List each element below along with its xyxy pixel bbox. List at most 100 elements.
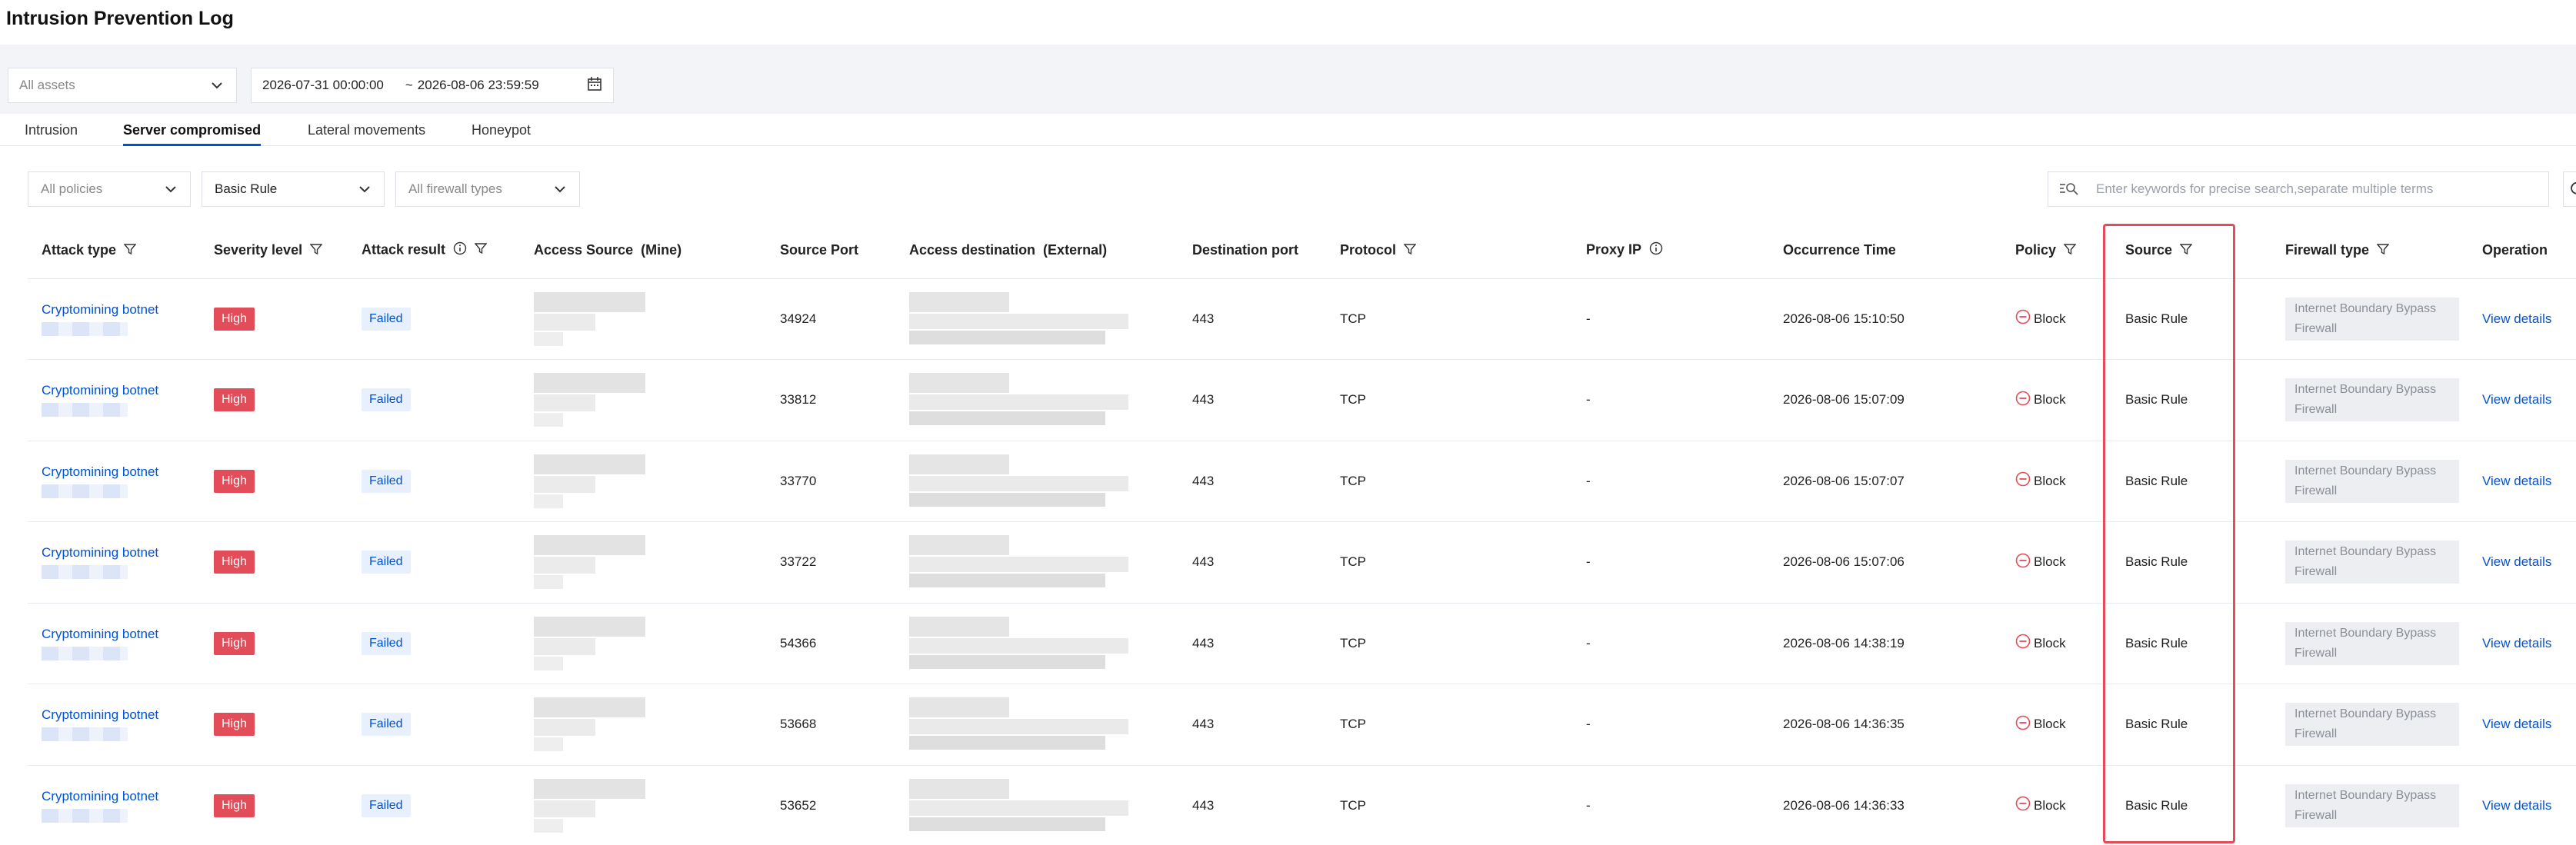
policy-label: Block xyxy=(2034,473,2066,488)
refresh-icon xyxy=(2570,181,2576,198)
proxy-ip-cell: - xyxy=(1572,359,1769,441)
info-icon[interactable] xyxy=(1649,241,1663,259)
column-header: Source Port xyxy=(766,223,895,279)
intrusion-log-table: Attack type Severity level Attack result… xyxy=(28,223,2576,845)
attack-type-link[interactable]: Cryptomining botnet xyxy=(42,383,158,398)
block-icon xyxy=(2015,715,2031,734)
refresh-button[interactable] xyxy=(2563,171,2576,207)
table-row: Cryptomining botnet High Failed 33812 443 TCP… xyxy=(28,359,2576,441)
view-details-link[interactable]: View details xyxy=(2482,636,2551,650)
page-title: Intrusion Prevention Log xyxy=(6,8,234,29)
view-details-link[interactable]: View details xyxy=(2482,554,2551,569)
filter-icon[interactable] xyxy=(123,243,137,259)
protocol-cell: TCP xyxy=(1326,441,1572,522)
access-source-cell xyxy=(520,521,766,604)
view-details-link[interactable]: View details xyxy=(2482,798,2551,813)
info-icon[interactable] xyxy=(453,241,467,259)
search-input[interactable]: Enter keywords for precise search,separa… xyxy=(2096,181,2433,197)
firewall-type-tag: Internet Boundary Bypass Firewall xyxy=(2285,297,2459,341)
column-header: Access Source (Mine) xyxy=(520,223,766,279)
severity-cell: High xyxy=(200,603,348,684)
severity-cell: High xyxy=(200,359,348,441)
search-box[interactable]: Enter keywords for precise search,separa… xyxy=(2048,171,2549,207)
attack-type-cell: Cryptomining botnet xyxy=(28,765,200,845)
view-details-link[interactable]: View details xyxy=(2482,474,2551,488)
policy-filter-value: All policies xyxy=(41,181,103,196)
severity-badge: High xyxy=(214,388,255,412)
severity-badge: High xyxy=(214,307,255,331)
attack-type-cell: Cryptomining botnet xyxy=(28,684,200,766)
attack-type-link[interactable]: Cryptomining botnet xyxy=(42,707,158,722)
tab-server-compromised[interactable]: Server compromised xyxy=(123,114,262,146)
asset-select[interactable]: All assets xyxy=(8,68,237,103)
tab-lateral-movements[interactable]: Lateral movements xyxy=(308,114,425,146)
firewall-type-filter-select[interactable]: All firewall types xyxy=(395,171,580,207)
policy-cell: Block xyxy=(2001,684,2111,766)
view-details-link[interactable]: View details xyxy=(2482,392,2551,407)
source-cell: Basic Rule xyxy=(2111,278,2271,360)
severity-badge: High xyxy=(214,631,255,655)
table-row: Cryptomining botnet High Failed 34924 443 TCP… xyxy=(28,278,2576,360)
firewall-type-cell: Internet Boundary Bypass Firewall xyxy=(2271,684,2468,766)
block-icon xyxy=(2015,553,2031,572)
attack-type-link[interactable]: Cryptomining botnet xyxy=(42,302,158,317)
destination-port-cell: 443 xyxy=(1178,441,1326,522)
filter-icon[interactable] xyxy=(2063,243,2077,259)
table-row: Cryptomining botnet High Failed 33722 443 TCP… xyxy=(28,521,2576,604)
access-destination-cell xyxy=(895,603,1178,684)
policy-label: Block xyxy=(2034,717,2066,732)
redacted-source xyxy=(534,454,645,508)
source-port-cell: 54366 xyxy=(766,603,895,684)
policy-filter-select[interactable]: All policies xyxy=(28,171,191,207)
calendar-icon[interactable] xyxy=(587,76,602,95)
protocol-cell: TCP xyxy=(1326,684,1572,766)
firewall-type-cell: Internet Boundary Bypass Firewall xyxy=(2271,521,2468,604)
view-details-link[interactable]: View details xyxy=(2482,717,2551,731)
rule-filter-select[interactable]: Basic Rule xyxy=(202,171,385,207)
column-header: Firewall type xyxy=(2271,223,2468,279)
attack-type-cell: Cryptomining botnet xyxy=(28,359,200,441)
source-port-cell: 33770 xyxy=(766,441,895,522)
access-source-cell xyxy=(520,684,766,766)
redacted-source xyxy=(534,616,645,670)
attack-type-link[interactable]: Cryptomining botnet xyxy=(42,464,158,479)
attack-type-link[interactable]: Cryptomining botnet xyxy=(42,789,158,803)
attack-type-link[interactable]: Cryptomining botnet xyxy=(42,627,158,641)
chevron-down-icon xyxy=(165,181,176,197)
column-header: Policy xyxy=(2001,223,2111,279)
result-badge: Failed xyxy=(362,793,411,817)
firewall-type-tag: Internet Boundary Bypass Firewall xyxy=(2285,378,2459,422)
policy-cell: Block xyxy=(2001,278,2111,360)
filter-icon[interactable] xyxy=(474,242,488,258)
protocol-cell: TCP xyxy=(1326,521,1572,604)
tab-honeypot[interactable]: Honeypot xyxy=(472,114,531,146)
search-icon xyxy=(2059,181,2079,197)
tab-intrusion[interactable]: Intrusion xyxy=(25,114,78,146)
result-cell: Failed xyxy=(348,359,520,441)
occurrence-time-cell: 2026-08-06 14:36:33 xyxy=(1769,765,2001,845)
date-start: 2026-07-31 00:00:00 xyxy=(262,78,384,92)
source-cell: Basic Rule xyxy=(2111,521,2271,604)
filter-icon[interactable] xyxy=(2376,243,2390,259)
destination-port-cell: 443 xyxy=(1178,603,1326,684)
filter-icon[interactable] xyxy=(1403,243,1417,259)
date-range-picker[interactable]: 2026-07-31 00:00:00 ~ 2026-08-06 23:59:5… xyxy=(251,68,614,103)
filter-icon[interactable] xyxy=(2179,243,2193,259)
access-source-cell xyxy=(520,441,766,522)
redacted-destination xyxy=(909,291,1128,346)
operation-cell: View details xyxy=(2468,278,2576,360)
access-source-cell xyxy=(520,278,766,360)
result-cell: Failed xyxy=(348,278,520,360)
filter-icon[interactable] xyxy=(309,243,323,259)
access-source-cell xyxy=(520,765,766,845)
result-cell: Failed xyxy=(348,684,520,766)
attack-type-cell: Cryptomining botnet xyxy=(28,603,200,684)
view-details-link[interactable]: View details xyxy=(2482,311,2551,326)
attack-type-link[interactable]: Cryptomining botnet xyxy=(42,545,158,560)
redacted-text xyxy=(42,808,128,823)
result-cell: Failed xyxy=(348,765,520,845)
redacted-source xyxy=(534,291,645,346)
policy-label: Block xyxy=(2034,392,2066,408)
operation-cell: View details xyxy=(2468,603,2576,684)
severity-badge: High xyxy=(214,713,255,737)
